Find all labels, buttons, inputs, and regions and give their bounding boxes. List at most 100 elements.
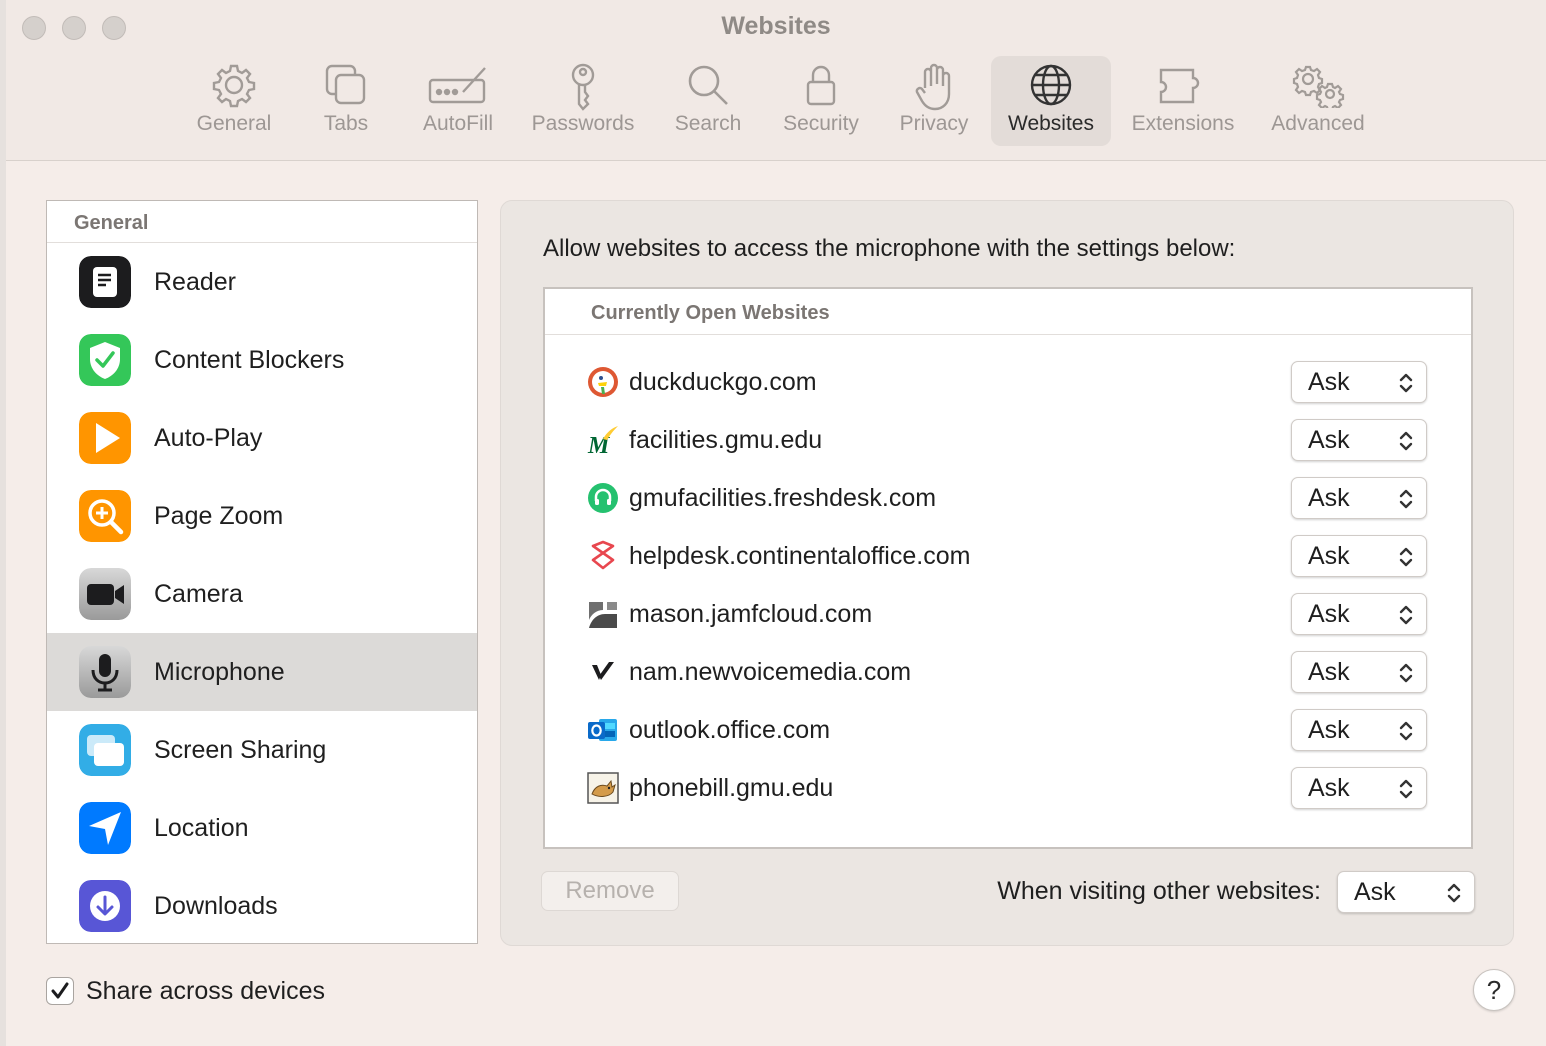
website-row-outlook: outlook.office.com Ask [545,701,1471,759]
tab-privacy[interactable]: Privacy [884,56,984,146]
permission-popup[interactable]: Ask [1291,419,1427,461]
window-title: Websites [721,12,831,40]
tab-privacy-label: Privacy [899,112,969,135]
chevron-updown-icon [1399,489,1413,509]
website-domain: duckduckgo.com [629,368,817,396]
globe-icon [1030,64,1072,106]
tab-websites-label: Websites [1008,112,1094,135]
other-websites-popup[interactable]: Ask [1337,871,1475,913]
tab-advanced[interactable]: Advanced [1256,56,1380,146]
share-checkbox[interactable] [46,977,74,1005]
website-domain: mason.jamfcloud.com [629,600,873,628]
permission-popup[interactable]: Ask [1291,709,1427,751]
website-domain: nam.newvoicemedia.com [629,658,912,686]
popup-value: Ask [1308,716,1350,744]
preferences-window: Websites General Tabs AutoFill Passwords… [6,0,1546,1046]
checkmark-icon [51,982,69,999]
tab-autofill-label: AutoFill [422,112,494,135]
tab-extensions-label: Extensions [1131,112,1235,135]
website-domain: gmufacilities.freshdesk.com [629,484,937,512]
tab-security[interactable]: Security [768,56,874,146]
help-button[interactable]: ? [1473,969,1515,1011]
popup-value: Ask [1308,368,1350,396]
gears-icon [1292,65,1345,108]
sidebar-item-reader[interactable]: Reader [47,243,477,321]
chevron-updown-icon [1399,431,1413,451]
permission-popup[interactable]: Ask [1291,593,1427,635]
popup-value: Ask [1308,542,1350,570]
microphone-icon [79,646,131,698]
newvoicemedia-icon [592,662,614,680]
sidebar-item-label: Auto-Play [154,424,263,452]
website-domain: outlook.office.com [629,716,831,744]
camera-icon [79,568,131,620]
sidebar-item-microphone[interactable]: Microphone [47,633,477,711]
sidebar-item-downloads[interactable]: Downloads [47,867,477,943]
popup-value: Ask [1308,426,1350,454]
tab-websites[interactable]: Websites [991,56,1111,146]
tab-advanced-label: Advanced [1271,112,1365,135]
websites-list: Currently Open Websites duckduckgo.com A… [543,287,1473,849]
website-row-duckduckgo: duckduckgo.com Ask [545,353,1471,411]
sidebar-item-label: Screen Sharing [154,736,327,764]
duckduckgo-icon [588,367,618,397]
website-domain: helpdesk.continentaloffice.com [629,542,971,570]
website-domain: phonebill.gmu.edu [629,774,834,802]
share-label: Share across devices [86,977,326,1005]
chevron-updown-icon [1447,883,1461,903]
website-row-phonebill: phonebill.gmu.edu Ask [545,759,1471,817]
popup-value: Ask [1354,878,1396,906]
permission-popup[interactable]: Ask [1291,477,1427,519]
chevron-updown-icon [1399,721,1413,741]
permission-popup[interactable]: Ask [1291,361,1427,403]
continentaloffice-icon [591,540,615,570]
popup-value: Ask [1308,774,1350,802]
tab-extensions[interactable]: Extensions [1120,56,1246,146]
play-icon [79,412,131,464]
sidebar-item-label: Downloads [154,892,278,920]
website-row-freshdesk: gmufacilities.freshdesk.com Ask [545,469,1471,527]
tab-tabs[interactable]: Tabs [296,56,396,146]
chevron-updown-icon [1399,547,1413,567]
list-section-header: Currently Open Websites [545,289,1471,335]
tab-autofill[interactable]: AutoFill [408,56,508,146]
lock-icon [806,65,836,106]
permission-popup[interactable]: Ask [1291,651,1427,693]
remove-button[interactable]: Remove [541,871,679,911]
gmu-icon: M [587,426,618,456]
sidebar-item-label: Page Zoom [154,502,284,530]
title-bar: Websites General Tabs AutoFill Passwords… [6,0,1546,161]
permission-popup[interactable]: Ask [1291,767,1427,809]
tab-tabs-label: Tabs [323,112,369,135]
sidebar-item-label: Microphone [154,658,285,686]
permission-popup[interactable]: Ask [1291,535,1427,577]
sidebar-item-label: Content Blockers [154,346,345,374]
tabs-icon [325,64,366,105]
tab-passwords[interactable]: Passwords [520,56,646,146]
download-icon [79,880,131,932]
sidebar-item-page-zoom[interactable]: Page Zoom [47,477,477,555]
tomcat-icon [587,772,619,804]
gear-icon [212,64,256,108]
chevron-updown-icon [1399,605,1413,625]
sidebar-item-screen-sharing[interactable]: Screen Sharing [47,711,477,789]
website-row-newvoicemedia: nam.newvoicemedia.com Ask [545,643,1471,701]
magnifier-icon [688,65,728,105]
sidebar-item-location[interactable]: Location [47,789,477,867]
sidebar-item-auto-play[interactable]: Auto-Play [47,399,477,477]
freshdesk-icon [588,483,618,513]
sidebar-item-camera[interactable]: Camera [47,555,477,633]
settings-panel: Allow websites to access the microphone … [500,200,1514,946]
tab-general-label: General [196,112,272,135]
jamf-icon [589,602,617,628]
tab-passwords-label: Passwords [531,112,635,135]
location-arrow-icon [79,802,131,854]
tab-general[interactable]: General [174,56,294,146]
tab-search-label: Search [674,112,742,135]
sidebar: General Reader Content Blockers Auto-Pla… [46,200,478,944]
sidebar-item-content-blockers[interactable]: Content Blockers [47,321,477,399]
website-row-continentaloffice: helpdesk.continentaloffice.com Ask [545,527,1471,585]
reader-icon [79,256,131,308]
tab-security-label: Security [783,112,859,135]
tab-search[interactable]: Search [658,56,758,146]
